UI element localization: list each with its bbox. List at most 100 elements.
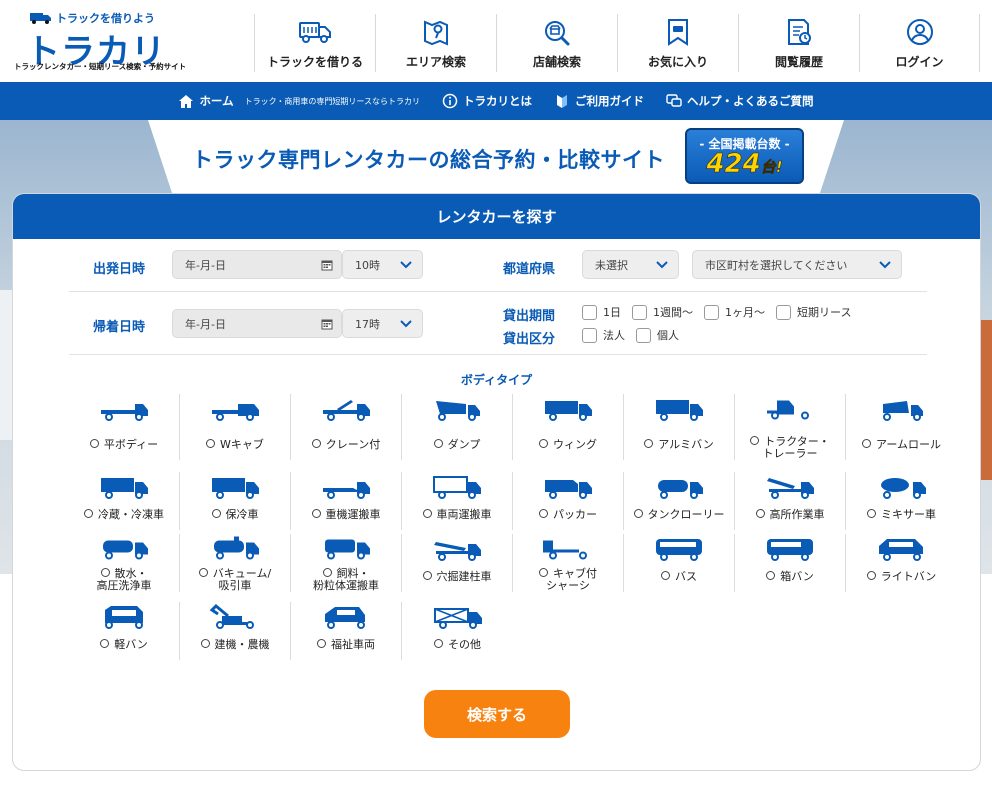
city-select[interactable]: 市区町村を選択してください [692, 250, 902, 279]
body-type-option[interactable]: ライトバン [846, 534, 957, 592]
radio-button[interactable] [539, 439, 548, 448]
body-type-option[interactable]: Wキャブ [180, 394, 291, 460]
radio-button[interactable] [100, 639, 110, 648]
radio-button[interactable] [766, 571, 776, 580]
guide-beginner-icon [557, 95, 568, 108]
body-type-option[interactable]: クレーン付 [291, 394, 402, 460]
truck-icon [433, 476, 481, 499]
radio-button[interactable] [311, 439, 321, 448]
truck-icon [767, 400, 809, 420]
body-type-label: 箱バン [766, 571, 814, 583]
body-type-option[interactable]: キャブ付 シャーシ [513, 534, 624, 592]
body-type-label: 穴掘建柱車 [422, 571, 492, 583]
radio-button[interactable] [200, 639, 210, 648]
period-1day-checkbox[interactable]: 1日 [582, 304, 621, 320]
radio-button[interactable] [750, 436, 760, 445]
radio-button[interactable] [861, 439, 871, 448]
search-button[interactable]: 検索する [424, 690, 570, 738]
radio-button[interactable] [539, 568, 548, 577]
radio-button[interactable] [866, 571, 876, 580]
radio-button[interactable] [89, 439, 99, 448]
radio-button[interactable] [322, 568, 332, 577]
truck-icon [214, 536, 259, 560]
subnav-home[interactable]: ホーム トラック・商用車の専門短期リースならトラカリ [178, 93, 420, 109]
return-date-input[interactable]: 年-月-日 [172, 309, 342, 338]
depart-time-select[interactable]: 10時 [342, 250, 423, 279]
body-type-option[interactable]: アルミバン [624, 394, 735, 460]
body-type-option[interactable]: 散水・ 高圧洗浄車 [69, 534, 180, 592]
body-type-option[interactable]: アームロール [846, 394, 957, 460]
truck-icon [656, 539, 702, 561]
info-icon [442, 93, 458, 109]
body-type-label: 平ボディー [89, 439, 158, 451]
body-type-option[interactable]: 建機・農機 [180, 602, 291, 660]
radio-button[interactable] [84, 509, 93, 518]
radio-button[interactable] [100, 568, 110, 577]
body-type-label: クレーン付 [311, 439, 380, 451]
subnav-help[interactable]: ヘルプ・よくあるご質問 [666, 93, 814, 109]
depart-date-input[interactable]: 年-月-日 [172, 250, 342, 279]
body-type-option[interactable]: その他 [402, 602, 513, 660]
radio-button[interactable] [539, 509, 548, 518]
body-type-option[interactable]: 軽バン [69, 602, 180, 660]
body-type-option[interactable]: トラクター・ トレーラー [735, 394, 846, 460]
radio-button[interactable] [422, 571, 432, 580]
radio-button[interactable] [434, 639, 443, 648]
return-time-select[interactable]: 17時 [342, 309, 423, 338]
subnav-about[interactable]: トラカリとは [442, 93, 532, 109]
logo-subtitle: トラックレンタカー・短期リース検索・予約サイト [14, 62, 187, 71]
chevron-down-icon [879, 261, 891, 269]
prefecture-select[interactable]: 未選択 [582, 250, 679, 279]
body-type-option[interactable]: バキューム/ 吸引車 [180, 534, 291, 592]
nav-login[interactable]: ログイン [859, 14, 980, 72]
radio-button[interactable] [661, 571, 670, 580]
body-type-option[interactable]: ウィング [513, 394, 624, 460]
nav-history[interactable]: 閲覧履歴 [738, 14, 859, 72]
radio-button[interactable] [433, 439, 443, 448]
nav-store-search[interactable]: 店舗検索 [496, 14, 617, 72]
body-type-option[interactable]: 平ボディー [69, 394, 180, 460]
period-1month-checkbox[interactable]: 1ヶ月〜 [704, 304, 765, 320]
body-type-option[interactable]: 飼料・ 粉粒体運搬車 [291, 534, 402, 592]
body-type-option[interactable]: 車両運搬車 [402, 472, 513, 530]
class-corporate-checkbox[interactable]: 法人 [582, 327, 625, 343]
radio-button[interactable] [317, 639, 326, 648]
nav-favorites[interactable]: お気に入り [617, 14, 738, 72]
radio-button[interactable] [422, 509, 432, 518]
body-type-option[interactable]: バス [624, 534, 735, 592]
radio-button[interactable] [311, 509, 321, 518]
period-1week-checkbox[interactable]: 1週間〜 [632, 304, 693, 320]
body-type-option[interactable]: パッカー [513, 472, 624, 530]
body-type-option[interactable]: 穴掘建柱車 [402, 534, 513, 592]
truck-icon [767, 478, 814, 499]
nav-area-search[interactable]: エリア検索 [375, 14, 496, 72]
body-type-option[interactable]: 高所作業車 [735, 472, 846, 530]
radio-button[interactable] [867, 509, 876, 518]
body-type-label: バス [661, 571, 697, 583]
body-type-option[interactable]: ミキサー車 [846, 472, 957, 530]
body-type-option[interactable]: 重機運搬車 [291, 472, 402, 530]
class-label: 貸出区分 [503, 332, 556, 347]
body-type-option[interactable]: 冷蔵・冷凍車 [69, 472, 180, 530]
truck-icon [212, 478, 259, 499]
body-type-option[interactable]: 保冷車 [180, 472, 291, 530]
site-logo[interactable]: トラックを借りよう トラカリ トラックレンタカー・短期リース検索・予約サイト [12, 6, 252, 76]
body-type-option[interactable]: ダンプ [402, 394, 513, 460]
radio-button[interactable] [633, 509, 643, 518]
truck-icon [882, 401, 923, 421]
radio-button[interactable] [755, 509, 765, 518]
subnav-guide[interactable]: ご利用ガイド [554, 93, 644, 109]
body-type-option[interactable]: 箱バン [735, 534, 846, 592]
body-type-option[interactable]: 福祉車両 [291, 602, 402, 660]
listing-count-unit: 台! [760, 158, 783, 177]
nav-rent-truck[interactable]: トラックを借りる [254, 14, 375, 72]
body-type-label: 散水・ 高圧洗浄車 [96, 567, 152, 592]
class-individual-checkbox[interactable]: 個人 [636, 327, 679, 343]
truck-icon [323, 400, 370, 421]
radio-button[interactable] [198, 568, 208, 577]
radio-button[interactable] [206, 439, 216, 448]
radio-button[interactable] [211, 509, 221, 518]
body-type-option[interactable]: タンクローリー [624, 472, 735, 530]
period-short-lease-checkbox[interactable]: 短期リース [776, 304, 851, 320]
radio-button[interactable] [644, 439, 654, 448]
